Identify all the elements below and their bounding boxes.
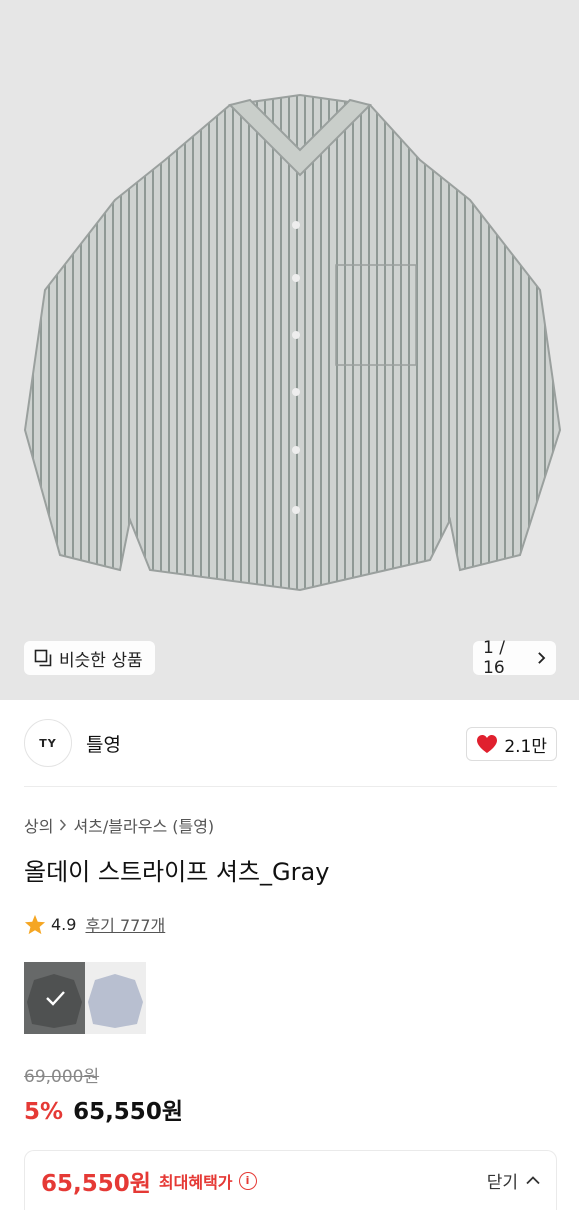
chevron-up-icon [526,1176,540,1185]
breadcrumb-category[interactable]: 상의 [24,813,53,837]
similar-products-label: 비슷한 상품 [59,650,143,671]
info-icon[interactable]: i [238,1171,257,1190]
brand-name[interactable]: 틀영 [86,730,121,757]
benefit-bar: 65,550원 최대혜택가 i 닫기 [24,1150,557,1210]
brand-logo[interactable]: TY [24,719,72,767]
star-icon [24,914,46,934]
chevron-right-icon [537,652,545,664]
swatch-blue[interactable] [85,962,146,1034]
discount-rate: 5% [24,1099,64,1125]
rating-summary[interactable]: 4.9 후기 777개 [24,912,165,936]
product-title: 올데이 스트라이프 셔츠_Gray [24,858,330,886]
like-count: 2.1만 [504,736,547,757]
breadcrumb-subcategory[interactable]: 셔츠/블라우스 (틀영) [73,813,214,837]
brand-row: TY 틀영 2.1만 [24,716,557,770]
original-price: 69,000원 [24,1067,100,1087]
divider [24,786,557,787]
price-row: 5% 65,550원 [24,1092,183,1126]
brand-logo-text: TY [39,736,57,750]
similar-products-button[interactable]: 비슷한 상품 [24,641,155,675]
max-benefit-label: 최대혜택가 [158,1172,233,1192]
pager-label: 1 / 16 [483,638,505,678]
color-swatches [24,962,146,1034]
rating-score: 4.9 [51,914,77,934]
max-benefit-price: 65,550원 [41,1170,151,1197]
copy-icon [34,649,52,667]
product-image-gallery[interactable]: 비슷한 상품 1 / 16 [0,0,579,700]
review-count-link[interactable]: 후기 777개 [85,912,165,936]
heart-icon [477,735,498,753]
like-button[interactable]: 2.1만 [466,727,557,761]
image-pager[interactable]: 1 / 16 [473,638,556,678]
breadcrumb: 상의 셔츠/블라우스 (틀영) [24,813,214,837]
product-image [23,93,562,592]
sale-price: 65,550원 [73,1099,183,1125]
chevron-right-icon [60,819,67,831]
close-button[interactable]: 닫기 [487,1168,540,1193]
swatch-gray-selected[interactable] [24,962,85,1034]
close-label: 닫기 [486,1173,518,1193]
